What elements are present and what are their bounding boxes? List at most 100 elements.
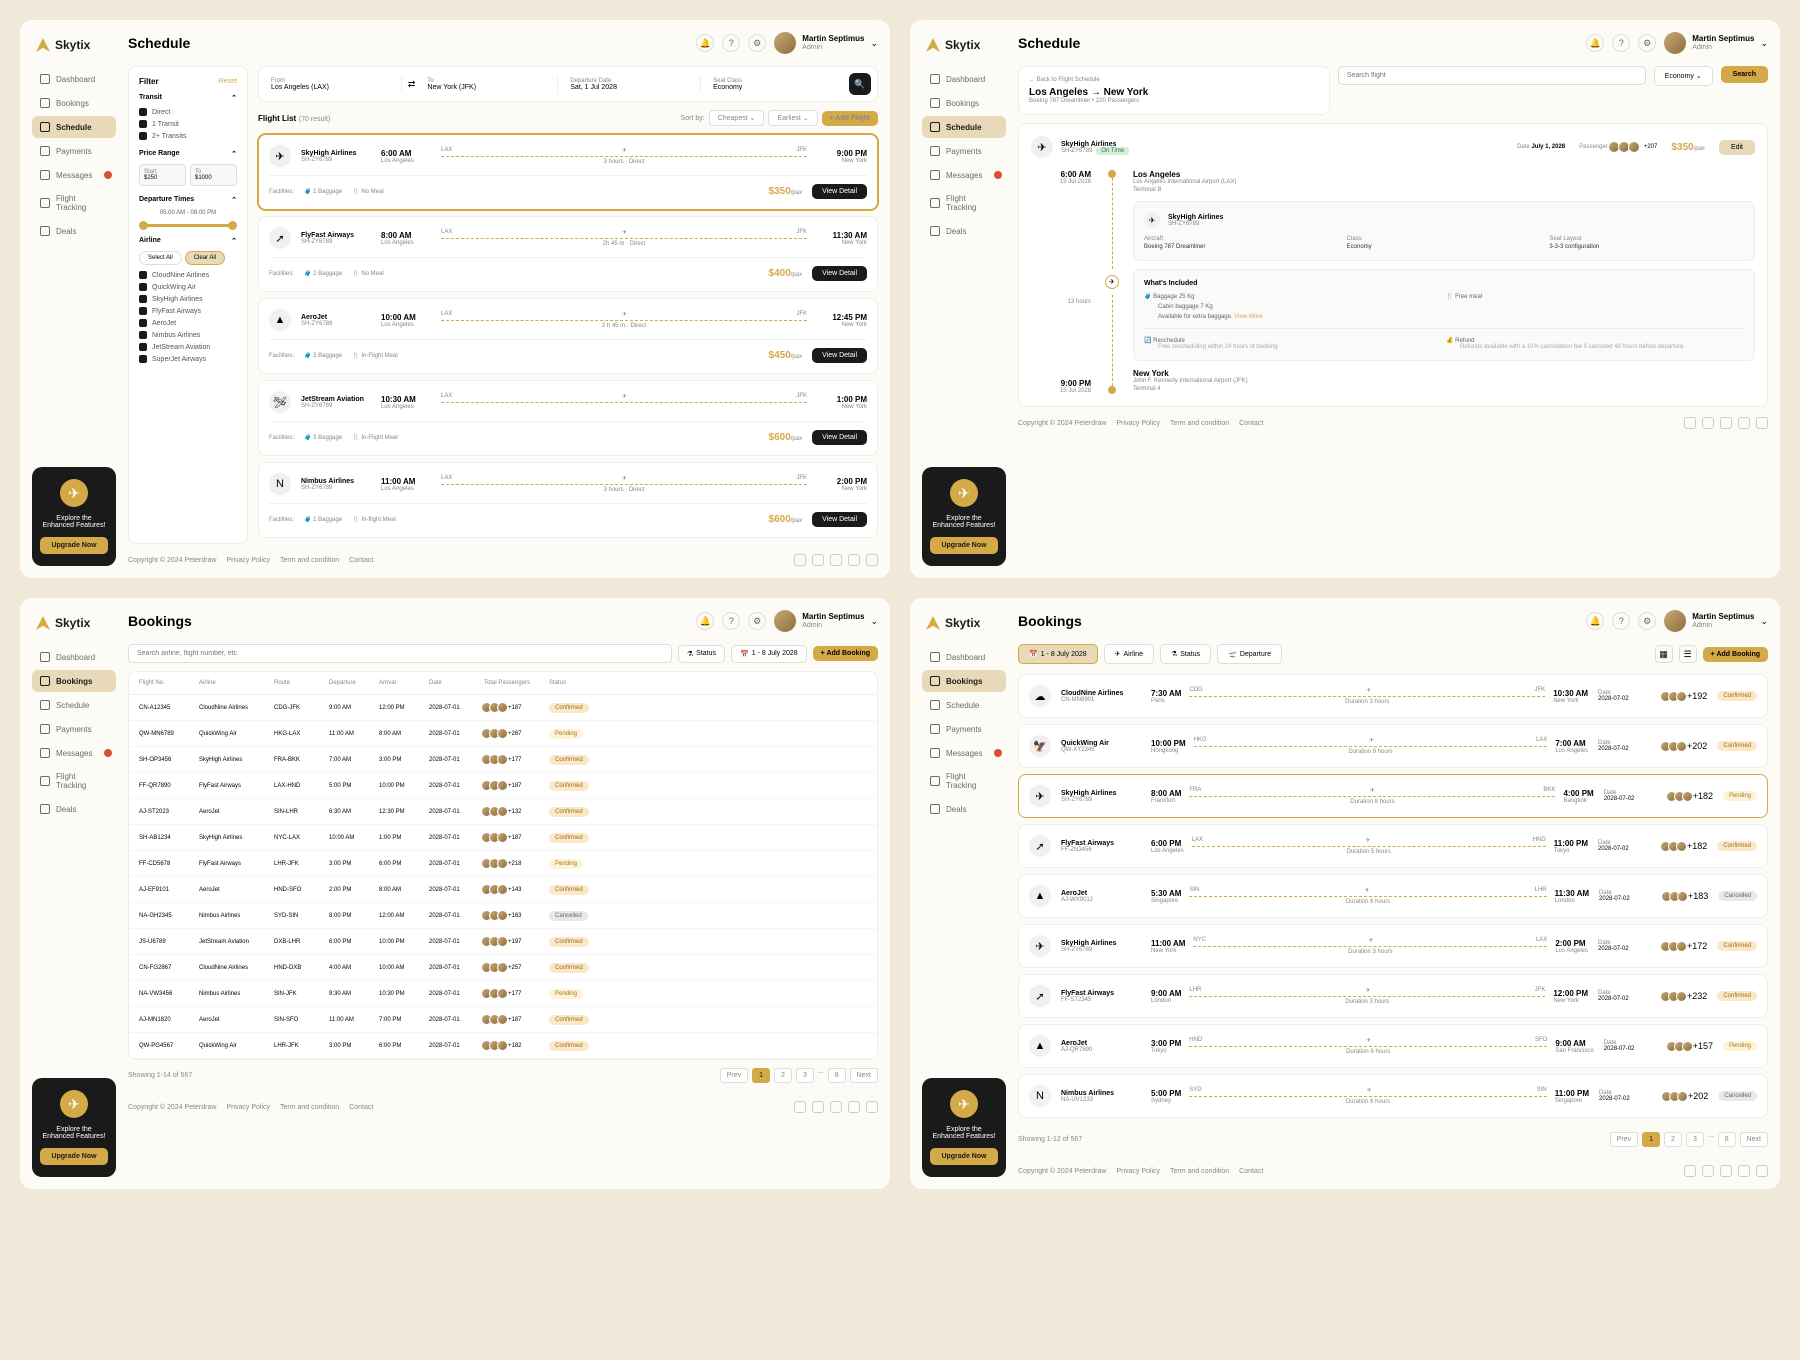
table-row[interactable]: QW-PG4567QuickWing AirLHR-JFK3:00 PM6:00… <box>129 1033 877 1059</box>
brand-logo[interactable]: Skytix <box>922 610 1006 636</box>
date-filter[interactable]: 📅 1 - 8 July 2028 <box>731 645 807 663</box>
user-menu[interactable]: Martin SeptimusAdmin ⌄ <box>774 32 878 54</box>
nav-deals[interactable]: Deals <box>922 220 1006 242</box>
table-row[interactable]: FF-CD5678FlyFast AirwaysLHR-JFK3:00 PM6:… <box>129 851 877 877</box>
status-filter[interactable]: ⚗ Status <box>678 645 725 663</box>
reset-button[interactable]: Reset <box>219 78 237 85</box>
nav-dashboard[interactable]: Dashboard <box>32 646 116 668</box>
prev-button[interactable]: Prev <box>720 1068 748 1083</box>
nav-schedule[interactable]: Schedule <box>922 694 1006 716</box>
upgrade-button[interactable]: Upgrade Now <box>40 1148 108 1165</box>
nav-payments[interactable]: Payments <box>922 718 1006 740</box>
search-button[interactable]: Search <box>1721 66 1768 83</box>
airline-filter-item[interactable]: CloudNine Airlines <box>139 271 237 279</box>
chevron-up-icon[interactable]: ⌃ <box>231 196 237 204</box>
booking-card[interactable]: ✈ SkyHigh AirlinesSH-ZY6789 11:00 AMNew … <box>1018 924 1768 968</box>
nav-messages[interactable]: Messages <box>32 742 116 764</box>
nav-bookings[interactable]: Bookings <box>32 670 116 692</box>
table-row[interactable]: AJ-MN1820AeroJetSIN-SFO11:00 AM7:00 PM20… <box>129 1007 877 1033</box>
booking-card[interactable]: ➚ FlyFast AirwaysFF-ZN3456 6:00 PMLos An… <box>1018 824 1768 868</box>
clear-all-button[interactable]: Clear All <box>185 251 225 265</box>
nav-flight-tracking[interactable]: Flight Tracking <box>32 188 116 218</box>
help-icon[interactable]: ? <box>722 34 740 52</box>
privacy-link[interactable]: Privacy Policy <box>226 557 270 564</box>
settings-icon[interactable]: ⚙ <box>1638 612 1656 630</box>
notification-icon[interactable]: 🔔 <box>1586 34 1604 52</box>
nav-flight-tracking[interactable]: Flight Tracking <box>922 188 1006 218</box>
list-view-button[interactable]: ☰ <box>1679 645 1697 663</box>
date-field[interactable]: Departure DateSat, 1 Jul 2028 <box>564 76 701 93</box>
nav-messages[interactable]: Messages <box>922 742 1006 764</box>
nav-deals[interactable]: Deals <box>922 798 1006 820</box>
page-1[interactable]: 1 <box>752 1068 770 1083</box>
transit-direct[interactable]: Direct <box>139 108 237 116</box>
airline-filter-item[interactable]: FlyFast Airways <box>139 307 237 315</box>
swap-icon[interactable]: ⇄ <box>408 79 416 90</box>
brand-logo[interactable]: Skytix <box>922 32 1006 58</box>
nav-schedule[interactable]: Schedule <box>32 694 116 716</box>
grid-view-button[interactable]: ▦ <box>1655 645 1673 663</box>
view-detail-button[interactable]: View Detail <box>812 348 867 363</box>
booking-card[interactable]: N Nimbus AirlinesNA-UV1233 5:00 PMSydney… <box>1018 1074 1768 1118</box>
class-dropdown[interactable]: Economy ⌄ <box>1654 66 1713 86</box>
upgrade-button[interactable]: Upgrade Now <box>930 1148 998 1165</box>
view-detail-button[interactable]: View Detail <box>812 184 867 199</box>
add-booking-button[interactable]: + Add Booking <box>1703 647 1768 662</box>
search-input[interactable] <box>1338 66 1646 85</box>
settings-icon[interactable]: ⚙ <box>748 34 766 52</box>
sort-cheapest[interactable]: Cheapest ⌄ <box>709 110 765 126</box>
next-button[interactable]: Next <box>850 1068 878 1083</box>
nav-schedule[interactable]: Schedule <box>922 116 1006 138</box>
table-row[interactable]: AJ-ST2023AeroJetSIN-LHR6:30 AM12:30 PM20… <box>129 799 877 825</box>
table-row[interactable]: NA-GH2345Nimbus AirlinesSYD-SIN8:00 PM12… <box>129 903 877 929</box>
table-row[interactable]: CN-FG2867CloudNine AirlinesHND-DXB4:00 A… <box>129 955 877 981</box>
nav-flight-tracking[interactable]: Flight Tracking <box>922 766 1006 796</box>
nav-payments[interactable]: Payments <box>32 140 116 162</box>
airline-filter-item[interactable]: AeroJet <box>139 319 237 327</box>
notification-icon[interactable]: 🔔 <box>696 612 714 630</box>
page-8[interactable]: 8 <box>828 1068 846 1083</box>
bookings-search[interactable] <box>128 644 672 663</box>
nav-deals[interactable]: Deals <box>32 220 116 242</box>
table-row[interactable]: NA-VW3456Nimbus AirlinesSIN-JFK9:30 AM10… <box>129 981 877 1007</box>
airline-filter[interactable]: ✈ Airline <box>1104 644 1154 664</box>
social-icon[interactable] <box>794 554 806 566</box>
date-filter[interactable]: 📅 1 - 8 July 2028 <box>1018 644 1098 664</box>
booking-card[interactable]: 🦅 QuickWing AirQW-XY2345 10:00 PMHongkon… <box>1018 724 1768 768</box>
terms-link[interactable]: Term and condition <box>280 557 339 564</box>
user-menu[interactable]: Martin SeptimusAdmin⌄ <box>1664 32 1768 54</box>
nav-dashboard[interactable]: Dashboard <box>32 68 116 90</box>
nav-flight-tracking[interactable]: Flight Tracking <box>32 766 116 796</box>
flight-card[interactable]: ▲ AeroJetSH-ZY6789 10:00 AMLos Angeles L… <box>258 298 878 374</box>
table-row[interactable]: AJ-EF9101AeroJetHND-SFO2:00 PM8:00 AM202… <box>129 877 877 903</box>
chevron-up-icon[interactable]: ⌃ <box>231 150 237 158</box>
view-detail-button[interactable]: View Detail <box>812 430 867 445</box>
back-link[interactable]: ← Back to Flight Schedule <box>1029 77 1319 83</box>
nav-messages[interactable]: Messages <box>922 164 1006 186</box>
to-field[interactable]: ToNew York (JFK) <box>421 76 558 93</box>
nav-bookings[interactable]: Bookings <box>922 670 1006 692</box>
nav-payments[interactable]: Payments <box>922 140 1006 162</box>
add-booking-button[interactable]: + Add Booking <box>813 646 878 661</box>
select-all-button[interactable]: Select All <box>139 251 182 265</box>
notification-icon[interactable]: 🔔 <box>696 34 714 52</box>
settings-icon[interactable]: ⚙ <box>748 612 766 630</box>
user-menu[interactable]: Martin SeptimusAdmin⌄ <box>1664 610 1768 632</box>
booking-card[interactable]: ➚ FlyFast AirwaysFF-ST2345 9:00 AMLondon… <box>1018 974 1768 1018</box>
help-icon[interactable]: ? <box>1612 34 1630 52</box>
nav-dashboard[interactable]: Dashboard <box>922 646 1006 668</box>
class-field[interactable]: Seat ClassEconomy <box>707 76 843 93</box>
social-icon[interactable] <box>866 554 878 566</box>
airline-filter-item[interactable]: Nimbus Airlines <box>139 331 237 339</box>
nav-payments[interactable]: Payments <box>32 718 116 740</box>
table-row[interactable]: FF-QR7890FlyFast AirwaysLAX-HND5:00 PM10… <box>129 773 877 799</box>
brand-logo[interactable]: Skytix <box>32 32 116 58</box>
status-filter[interactable]: ⚗ Status <box>1160 644 1211 664</box>
nav-bookings[interactable]: Bookings <box>922 92 1006 114</box>
nav-messages[interactable]: Messages <box>32 164 116 186</box>
price-end[interactable]: To$1000 <box>190 164 237 186</box>
settings-icon[interactable]: ⚙ <box>1638 34 1656 52</box>
from-field[interactable]: FromLos Angeles (LAX) <box>265 76 402 93</box>
transit-one[interactable]: 1 Transit <box>139 120 237 128</box>
flight-card[interactable]: 🛩 JetStream AviationSH-ZY6789 10:30 AMLo… <box>258 380 878 456</box>
